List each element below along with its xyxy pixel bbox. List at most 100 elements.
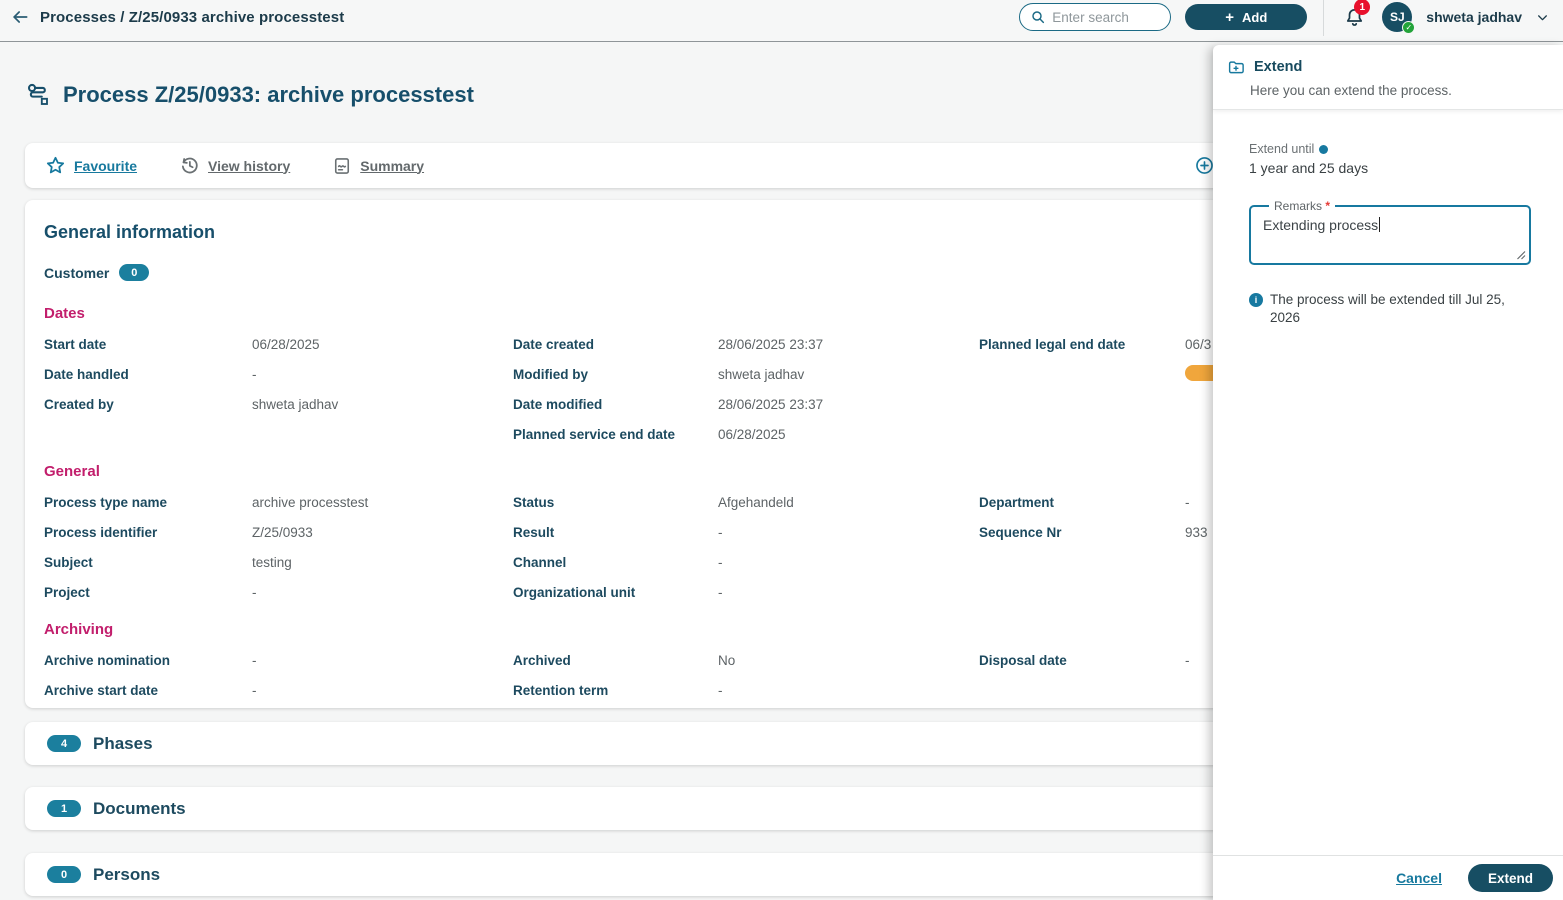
remarks-textarea[interactable]: Extending process (1263, 217, 1517, 233)
phases-count-badge: 4 (47, 735, 81, 752)
field-value: - (1185, 495, 1190, 510)
field-label: Retention term (513, 683, 718, 698)
star-icon (45, 155, 66, 176)
topbar-actions: + Add 1 SJ ✓ shweta jadhav (1019, 2, 1549, 32)
field-row: Start date06/28/2025 (44, 329, 513, 359)
section-header: General (44, 463, 1270, 480)
add-button[interactable]: + Add (1185, 4, 1307, 30)
field-row: Archive nomination- (44, 645, 513, 675)
field-row: Archive start date- (44, 675, 513, 705)
phases-section-bar[interactable]: 4 Phases (25, 722, 1290, 765)
field-value: - (718, 525, 723, 540)
field-value: shweta jadhav (718, 367, 804, 382)
general-information-title: General information (44, 222, 1270, 243)
actions-toolbar: Favourite View history Summary (25, 143, 1290, 188)
field-row: Result- (513, 517, 979, 547)
add-circle-icon[interactable] (1194, 155, 1215, 176)
field-label: Planned legal end date (979, 337, 1185, 352)
user-avatar[interactable]: SJ ✓ (1382, 2, 1412, 32)
field-grid: Archive nomination-Archive start date-Ar… (44, 645, 1270, 705)
search-icon (1030, 9, 1046, 25)
folder-plus-icon (1227, 58, 1245, 76)
extend-button[interactable]: Extend (1468, 864, 1553, 892)
field-value: 933 (1185, 525, 1208, 540)
extend-until-label: Extend until (1249, 142, 1314, 156)
summary-button[interactable]: Summary (332, 156, 424, 176)
history-clock-icon (179, 155, 200, 176)
extend-panel-subtitle: Here you can extend the process. (1250, 83, 1547, 98)
field-label: Organizational unit (513, 585, 718, 600)
field-value: 06/3 (1185, 337, 1211, 352)
field-label: Archive start date (44, 683, 252, 698)
field-value: shweta jadhav (252, 397, 338, 412)
field-value: 06/28/2025 (718, 427, 786, 442)
field-value: - (718, 683, 723, 698)
notifications-button[interactable]: 1 (1340, 3, 1368, 31)
field-label: Department (979, 495, 1185, 510)
field-label: Date created (513, 337, 718, 352)
breadcrumb: Processes / Z/25/0933 archive processtes… (40, 9, 344, 26)
field-value: No (718, 653, 735, 668)
extend-until-value: 1 year and 25 days (1249, 160, 1547, 176)
field-value: 28/06/2025 23:37 (718, 397, 823, 412)
customer-row: Customer 0 (44, 264, 1270, 281)
search-box[interactable] (1019, 3, 1171, 31)
field-label: Planned service end date (513, 427, 718, 442)
general-information-sections: Dates Start date06/28/2025 Date handled - Cr… (44, 305, 1270, 705)
username[interactable]: shweta jadhav (1426, 9, 1522, 25)
info-icon[interactable] (1319, 145, 1328, 154)
extend-panel-title: Extend (1254, 59, 1302, 75)
documents-count-badge: 1 (47, 800, 81, 817)
resize-handle-icon[interactable] (1516, 250, 1526, 260)
documents-section-bar[interactable]: 1 Documents (25, 787, 1290, 830)
field-label: Status (513, 495, 718, 510)
field-row: Process identifierZ/25/0933 (44, 517, 513, 547)
view-history-button[interactable]: View history (179, 155, 290, 176)
field-label: Result (513, 525, 718, 540)
field-label: Created by (44, 397, 252, 412)
extend-panel-header: Extend Here you can extend the process. (1213, 45, 1563, 110)
field-row: Organizational unit- (513, 577, 979, 607)
field-label: Project (44, 585, 252, 600)
favourite-button[interactable]: Favourite (45, 155, 137, 176)
field-value: testing (252, 555, 292, 570)
chevron-down-icon[interactable] (1536, 11, 1549, 24)
field-row: Retention term- (513, 675, 979, 705)
breadcrumb-group: Processes / Z/25/0933 archive processtes… (10, 2, 344, 32)
topbar-divider (1323, 0, 1324, 36)
field-row: Channel- (513, 547, 979, 577)
notification-badge: 1 (1354, 0, 1370, 15)
online-status-icon: ✓ (1402, 21, 1415, 34)
field-row: StatusAfgehandeld (513, 487, 979, 517)
info-circle-icon: i (1249, 293, 1263, 307)
field-value: - (718, 555, 723, 570)
persons-label: Persons (93, 865, 160, 885)
persons-count-badge: 0 (47, 866, 81, 883)
search-input[interactable] (1052, 10, 1160, 25)
cancel-button[interactable]: Cancel (1396, 870, 1442, 886)
plus-icon: + (1225, 9, 1234, 26)
field-value: archive processtest (252, 495, 368, 510)
field-label: Date handled (44, 367, 252, 382)
extension-info-text: The process will be extended till Jul 25… (1270, 291, 1529, 327)
field-row: Process type namearchive processtest (44, 487, 513, 517)
field-row: ArchivedNo (513, 645, 979, 675)
remarks-field[interactable]: Remarks * Extending process (1249, 199, 1531, 265)
customer-count-badge: 0 (119, 264, 149, 281)
field-row: Modified byshweta jadhav (513, 359, 979, 389)
documents-label: Documents (93, 799, 186, 819)
field-label: Channel (513, 555, 718, 570)
remarks-label: Remarks (1274, 199, 1322, 213)
section-header: Dates (44, 305, 1270, 322)
field-row: Project- (44, 577, 513, 607)
required-asterisk: * (1325, 199, 1330, 213)
extension-info-message: i The process will be extended till Jul … (1249, 291, 1529, 327)
persons-section-bar[interactable]: 0 Persons (25, 853, 1290, 896)
extend-panel-footer: Cancel Extend (1213, 855, 1563, 900)
field-value: - (252, 683, 257, 698)
field-label: Modified by (513, 367, 718, 382)
field-label: Archive nomination (44, 653, 252, 668)
section-header: Archiving (44, 621, 1270, 638)
field-value: Z/25/0933 (252, 525, 313, 540)
back-arrow-icon[interactable] (10, 7, 30, 27)
